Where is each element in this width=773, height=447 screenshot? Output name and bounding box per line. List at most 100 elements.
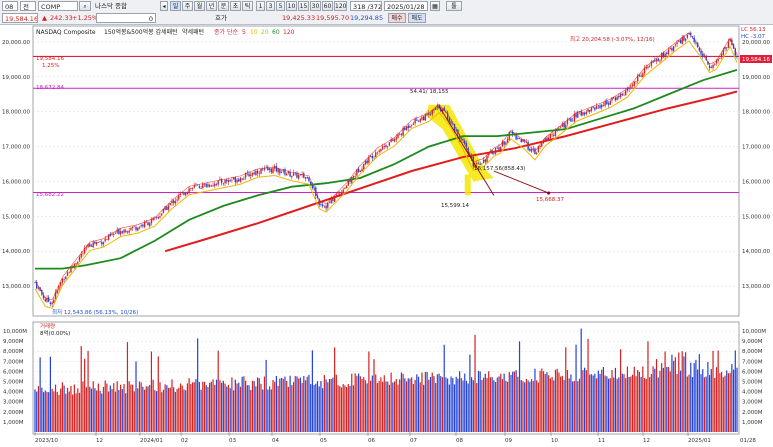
volume-bar xyxy=(686,376,688,432)
symbol-input[interactable]: COMP xyxy=(38,1,78,11)
calendar-button[interactable]: ▦ xyxy=(430,1,440,11)
volume-bar xyxy=(256,377,259,432)
candle-body xyxy=(597,105,600,107)
candle-body xyxy=(241,178,243,180)
candle-body xyxy=(214,183,216,187)
screen-number-field[interactable]: 08 xyxy=(2,1,18,11)
volume-bar xyxy=(36,391,38,432)
chart-area[interactable]: 20,000.00 19,000.00 18,000.00 17,000.00 16,0… xyxy=(0,24,773,447)
date-input[interactable]: 2025/01/28 xyxy=(384,1,428,11)
candle-body xyxy=(664,53,666,57)
candle-body xyxy=(222,183,225,185)
buy-button[interactable]: 매수 xyxy=(388,13,406,23)
candle-body xyxy=(583,112,586,115)
volume-bar xyxy=(147,386,149,432)
volume-bar xyxy=(145,386,147,432)
volume-bar xyxy=(334,347,336,432)
volume-bar xyxy=(397,384,399,432)
minute-3-button[interactable]: 3 xyxy=(266,1,275,11)
volume-bar xyxy=(424,372,426,432)
period-second-button[interactable]: 초 xyxy=(230,1,241,11)
candle-body xyxy=(73,264,76,267)
candle-body xyxy=(200,188,202,190)
volume-bar xyxy=(443,344,445,432)
candle-body xyxy=(75,263,77,265)
candle-body xyxy=(248,173,250,177)
volume-bar xyxy=(301,383,303,432)
volume-bar xyxy=(400,372,403,432)
volume-bar xyxy=(626,366,629,432)
price-axis-right: 20,000.00 19,000.00 18,000.00 17,000.00 16,0… xyxy=(742,40,770,290)
candle-body xyxy=(345,185,348,189)
market-select[interactable]: 전 xyxy=(20,1,36,11)
volume-bar xyxy=(614,367,617,432)
volume-bar xyxy=(272,380,274,432)
candle-body xyxy=(448,118,451,122)
volume-bar xyxy=(114,391,117,432)
period-minute-button[interactable]: 분 xyxy=(218,1,229,11)
volume-bar xyxy=(570,374,572,432)
volume-bar xyxy=(286,380,288,432)
volume-bar xyxy=(573,380,575,432)
candle-body xyxy=(44,299,46,302)
candle-body xyxy=(159,216,161,218)
volume-bar xyxy=(137,388,139,432)
volume-bar xyxy=(344,385,346,432)
candle-body xyxy=(686,34,689,38)
candle-body xyxy=(126,231,129,233)
volume-bar xyxy=(654,368,656,432)
volume-bar xyxy=(619,349,622,432)
tool-button[interactable]: 툴 xyxy=(446,1,462,11)
volume-bar xyxy=(659,370,661,432)
volume-bar xyxy=(352,385,355,432)
volume-bar xyxy=(183,389,185,432)
minute-60-button[interactable]: 60 xyxy=(322,1,333,11)
period-day-button[interactable]: 일 xyxy=(170,1,181,11)
minute-120-button[interactable]: 120 xyxy=(334,1,347,11)
minute-5-button[interactable]: 5 xyxy=(276,1,285,11)
volume-bar xyxy=(609,378,611,432)
candle-body xyxy=(121,231,124,233)
volume-bar xyxy=(54,384,57,432)
volume-bar xyxy=(85,387,87,432)
date-tick-label: 12 xyxy=(96,438,103,444)
minute-30-button[interactable]: 30 xyxy=(310,1,321,11)
minute-1-button[interactable]: 1 xyxy=(256,1,265,11)
candle-body xyxy=(381,146,384,150)
period-month-button[interactable]: 월 xyxy=(194,1,205,11)
candle-body xyxy=(339,193,341,195)
candle-body xyxy=(89,243,91,247)
sell-button[interactable]: 매도 xyxy=(408,13,426,23)
volume-bar xyxy=(464,373,466,432)
search-button[interactable]: ⌕ xyxy=(79,1,91,11)
date-tick-label: 06 xyxy=(368,438,375,444)
candle-body xyxy=(684,38,687,41)
candle-body xyxy=(517,137,519,139)
volume-bar xyxy=(462,380,464,432)
candle-body xyxy=(99,241,101,242)
volume-bar xyxy=(631,374,634,432)
period-week-button[interactable]: 주 xyxy=(182,1,193,11)
candle-body xyxy=(666,52,668,55)
date-tick-label: 12 xyxy=(643,438,650,444)
candle-body xyxy=(323,205,326,207)
candle-body xyxy=(643,68,646,74)
legend-ma-20: 20 xyxy=(261,29,269,36)
candle-body xyxy=(137,227,139,231)
volume-bar xyxy=(267,389,269,432)
volume-bar xyxy=(287,386,290,432)
candle-body xyxy=(357,168,360,173)
prev-button[interactable]: ◂ xyxy=(160,1,168,11)
minute-10-button[interactable]: 10 xyxy=(286,1,297,11)
volume-bar xyxy=(546,372,548,432)
volume-bar xyxy=(489,377,492,432)
volume-bar xyxy=(315,383,317,432)
candle-body xyxy=(657,58,659,61)
candle-body xyxy=(303,173,305,178)
candle-body xyxy=(236,179,238,183)
volume-bar xyxy=(602,367,605,432)
minute-15-button[interactable]: 15 xyxy=(298,1,309,11)
volume-bar xyxy=(167,387,170,432)
period-tick-button[interactable]: 틱 xyxy=(242,1,253,11)
period-year-button[interactable]: 년 xyxy=(206,1,217,11)
